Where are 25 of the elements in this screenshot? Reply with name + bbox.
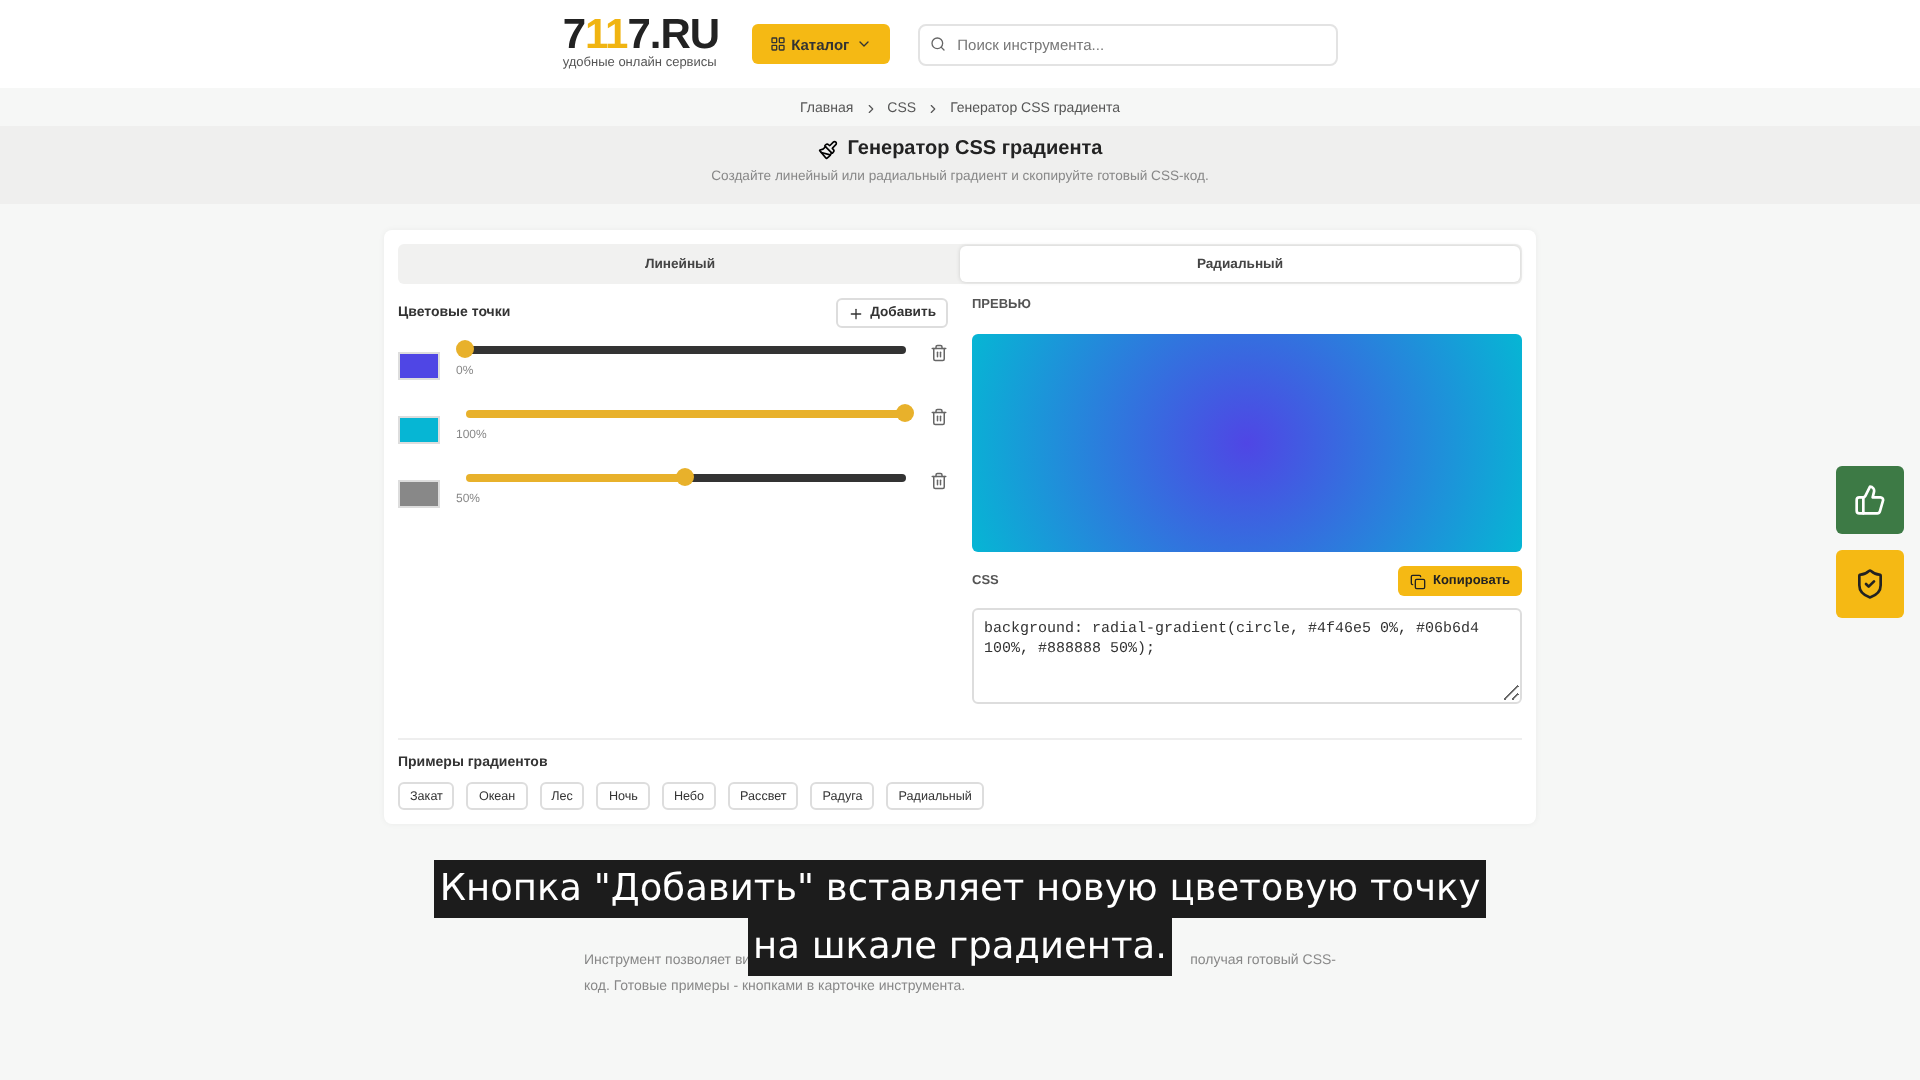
color-swatch[interactable] [398, 480, 440, 508]
page-title: Генератор CSS градиента [847, 138, 1103, 160]
like-button[interactable] [1836, 466, 1904, 534]
color-swatch[interactable] [398, 416, 440, 444]
trash-icon[interactable] [930, 408, 948, 426]
slider-thumb[interactable] [676, 468, 694, 486]
brush-icon [817, 139, 838, 159]
plus-icon [848, 305, 865, 321]
trash-icon[interactable] [930, 344, 948, 362]
shield-button[interactable] [1836, 550, 1904, 618]
trash-icon[interactable] [930, 472, 948, 490]
subtitle-caption: на шкале градиента. [747, 918, 1173, 976]
site-logo[interactable]: 7117.RU [562, 16, 720, 56]
subtitle-caption: Кнопка "Добавить" вставляет новую цветовую точку [433, 860, 1487, 918]
thumbs-up-icon [1854, 484, 1886, 516]
chevron-icon [926, 102, 941, 116]
slider-thumb[interactable] [896, 404, 914, 422]
chevron-down-icon [855, 36, 872, 52]
shield-check-icon [1854, 568, 1886, 600]
chevron-icon [863, 102, 878, 116]
search-icon [929, 35, 946, 51]
color-swatch[interactable] [398, 352, 440, 380]
copy-icon [1410, 573, 1427, 589]
slider-thumb[interactable] [456, 340, 474, 358]
grid-icon [769, 36, 786, 52]
